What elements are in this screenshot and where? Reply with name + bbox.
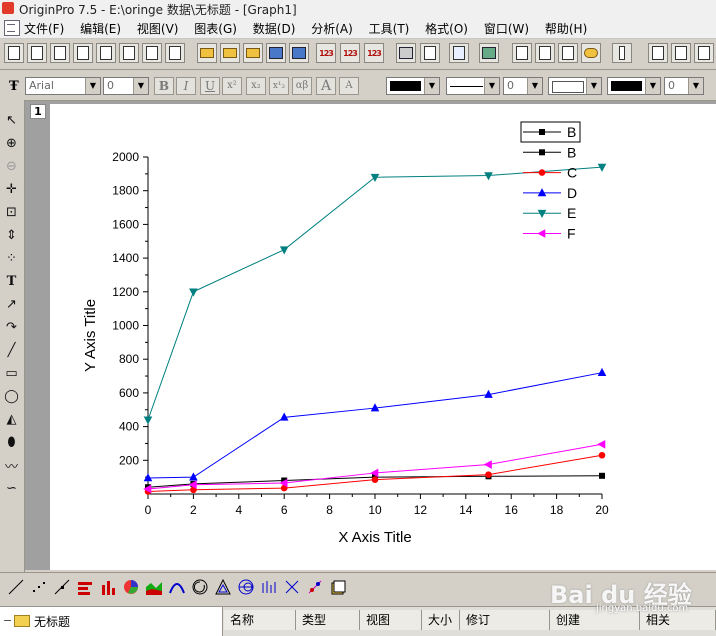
x-tick-label: 18 xyxy=(550,503,564,517)
data-point-E xyxy=(143,416,153,425)
ternary-plot-icon[interactable] xyxy=(213,576,233,598)
y-tick-label: 1800 xyxy=(112,184,139,198)
legend-label-B: B xyxy=(567,144,576,160)
root-folder[interactable]: 无标题 xyxy=(34,613,70,630)
data-point-E xyxy=(279,246,289,255)
template-library-icon[interactable] xyxy=(328,576,348,598)
folder-tree: − 无标题 xyxy=(0,607,223,636)
column-header-name[interactable]: 名称 xyxy=(224,610,296,630)
legend-label-F: F xyxy=(567,226,576,242)
data-point-C xyxy=(485,471,492,478)
x-tick-label: 10 xyxy=(368,503,382,517)
data-point-E xyxy=(484,172,493,181)
x-tick-label: 16 xyxy=(505,503,519,517)
legend-label-E: E xyxy=(567,205,576,221)
data-point-E xyxy=(370,173,380,183)
bar-plot-icon[interactable] xyxy=(98,576,118,598)
x-tick-label: 14 xyxy=(459,503,473,517)
x-tick-label: 2 xyxy=(190,503,197,517)
scatter-plot-icon[interactable] xyxy=(29,576,49,598)
data-point-D xyxy=(143,473,153,482)
zoom-plot-icon[interactable] xyxy=(305,576,325,598)
scatter-xy-icon[interactable] xyxy=(282,576,302,598)
x-tick-label: 4 xyxy=(235,503,242,517)
y-tick-label: 600 xyxy=(119,386,139,400)
legend-label-D: D xyxy=(567,185,577,201)
x-tick-label: 6 xyxy=(281,503,288,517)
area-plot-icon[interactable] xyxy=(144,576,164,598)
column-plot-icon[interactable] xyxy=(75,576,95,598)
y-tick-label: 400 xyxy=(119,420,139,434)
column-header-view[interactable]: 视图 xyxy=(360,610,422,630)
column-header-modified[interactable]: 修订 xyxy=(460,610,550,630)
collapse-icon[interactable]: − xyxy=(3,614,12,627)
x-tick-label: 20 xyxy=(595,503,609,517)
data-point-C xyxy=(598,451,606,459)
smith-chart-icon[interactable] xyxy=(236,576,256,598)
series-line-E xyxy=(147,166,603,421)
y-tick-label: 2000 xyxy=(112,150,139,164)
y-tick-label: 1200 xyxy=(112,285,139,299)
legend-marker-C xyxy=(538,169,546,176)
x-tick-label: 12 xyxy=(414,503,428,517)
legend-label-B: B xyxy=(567,124,576,140)
legend-marker-B xyxy=(539,129,545,135)
column-header-size[interactable]: 大小 xyxy=(422,610,460,630)
polar-plot-icon[interactable] xyxy=(190,576,210,598)
y-tick-label: 1400 xyxy=(112,251,139,265)
data-point-B xyxy=(599,472,605,479)
folder-icon xyxy=(14,615,30,627)
pie-chart-icon[interactable] xyxy=(121,576,141,598)
legend-marker-B xyxy=(539,149,545,156)
y-axis-title: Y Axis Title xyxy=(82,299,99,372)
legend-marker-D xyxy=(537,188,547,197)
y-tick-label: 800 xyxy=(119,352,139,366)
x-axis-title: X Axis Title xyxy=(338,529,411,546)
legend-label-C: C xyxy=(567,165,577,181)
curve-plot-icon[interactable] xyxy=(167,576,187,598)
data-point-C xyxy=(371,476,379,483)
vector-plot-icon[interactable] xyxy=(259,576,279,598)
x-tick-label: 8 xyxy=(326,503,333,517)
data-point-D xyxy=(597,367,607,376)
legend-marker-E xyxy=(537,209,547,218)
data-point-D xyxy=(189,472,198,481)
watermark-url: jingyan.baidu.com xyxy=(596,603,689,614)
y-tick-label: 200 xyxy=(119,453,139,467)
y-tick-label: 1600 xyxy=(112,217,139,231)
legend-marker-F xyxy=(537,229,546,238)
y-tick-label: 1000 xyxy=(112,319,139,333)
data-point-F xyxy=(597,439,606,449)
data-point-E xyxy=(189,288,198,297)
data-point-F xyxy=(483,460,492,469)
line-chart: 0 2 4 6 8 10 12 14 16 18 20 200 400 600 800 1000 1200 140… xyxy=(82,121,609,546)
x-tick-label: 0 xyxy=(145,503,152,517)
series-line-D xyxy=(147,372,603,479)
line-plot-icon[interactable] xyxy=(6,576,26,598)
data-point-E xyxy=(597,163,607,172)
column-header-type[interactable]: 类型 xyxy=(296,610,360,630)
line-symbol-plot-icon[interactable] xyxy=(52,576,72,598)
